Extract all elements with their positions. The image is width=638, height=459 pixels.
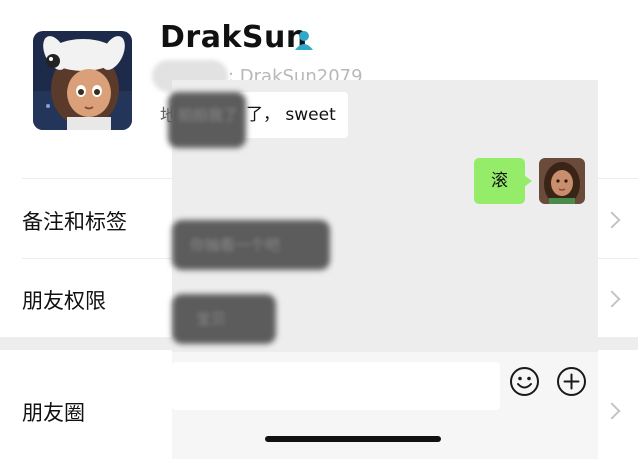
remark-and-tags-label: 备注和标签 [22, 210, 127, 234]
girl-avatar-icon [539, 158, 585, 204]
chat-message-left[interactable]: 了， sweet [238, 92, 348, 138]
contact-avatar[interactable] [33, 31, 132, 130]
home-indicator[interactable] [265, 436, 441, 442]
message-text-blurred: 拍拍我了 [178, 106, 239, 124]
chevron-right-icon [603, 402, 621, 420]
anime-girl-avatar-icon [33, 31, 132, 130]
message-text: 滚 [491, 171, 508, 191]
chevron-right-icon [603, 290, 621, 308]
emoji-icon[interactable] [509, 366, 540, 397]
friend-permissions-label: 朋友权限 [22, 289, 106, 313]
male-user-icon [293, 29, 315, 51]
message-text-blurred: 你抽看一个吧 [190, 236, 281, 254]
message-text: 了， sweet [246, 105, 336, 125]
contact-name: DrakSun [160, 20, 308, 55]
message-text-blurred: 宝贝 [196, 310, 227, 328]
my-avatar[interactable] [539, 158, 585, 204]
chat-text-input[interactable] [172, 362, 500, 410]
moments-label: 朋友圈 [22, 401, 85, 425]
chat-message-right[interactable]: 滚 [474, 158, 532, 204]
chevron-right-icon [603, 211, 621, 229]
plus-icon[interactable] [556, 366, 587, 397]
